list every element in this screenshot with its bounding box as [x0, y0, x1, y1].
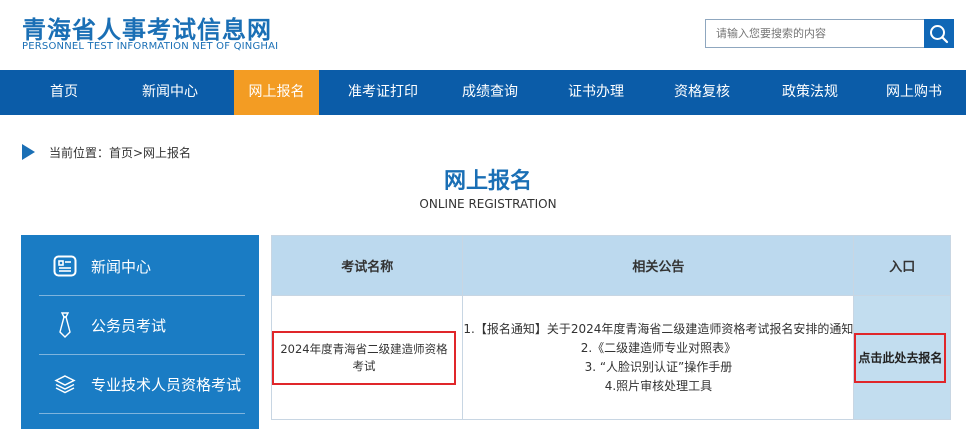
nav-item-news[interactable]: 新闻中心 — [130, 70, 210, 115]
notices-cell: 1.【报名通知】关于2024年度青海省二级建造师资格考试报名安排的通知 2.《二… — [462, 295, 855, 420]
nav-item-policy[interactable]: 政策法规 — [770, 70, 850, 115]
notice-link[interactable]: 4.照片审核处理工具 — [463, 377, 853, 396]
sidebar: 新闻中心 公务员考试 专业技术人员资格考试 — [21, 235, 259, 429]
news-icon — [45, 255, 85, 277]
entry-cell: 点击此处去报名 — [853, 295, 951, 420]
nav-item-score-query[interactable]: 成绩查询 — [450, 70, 530, 115]
sidebar-item-professional-qualification[interactable]: 专业技术人员资格考试 — [39, 355, 245, 414]
nav-item-home[interactable]: 首页 — [28, 70, 100, 115]
site-title[interactable]: 青海省人事考试信息网 — [22, 10, 272, 45]
page-subtitle: ONLINE REGISTRATION — [419, 197, 557, 211]
table-header-row: 考试名称 相关公告 入口 — [270, 235, 951, 296]
tie-icon — [45, 312, 85, 338]
site-subtitle: PERSONNEL TEST INFORMATION NET OF QINGHA… — [22, 41, 279, 52]
main-nav: 首页 新闻中心 网上报名 准考证打印 成绩查询 证书办理 资格复核 政策法规 网… — [0, 70, 966, 115]
triangle-right-icon — [22, 144, 35, 160]
sidebar-item-label: 公务员考试 — [91, 316, 167, 335]
sidebar-item-label: 新闻中心 — [91, 257, 152, 276]
sidebar-item-news[interactable]: 新闻中心 — [39, 237, 245, 296]
search-input[interactable] — [705, 19, 924, 48]
sidebar-item-civil-servant[interactable]: 公务员考试 — [39, 296, 245, 355]
nav-item-qualification-review[interactable]: 资格复核 — [662, 70, 742, 115]
layers-icon — [45, 374, 85, 394]
nav-item-buy-books[interactable]: 网上购书 — [874, 70, 954, 115]
exam-name-highlight: 2024年度青海省二级建造师资格考试 — [272, 330, 456, 385]
column-header-entry: 入口 — [853, 235, 951, 296]
nav-item-certificate[interactable]: 证书办理 — [556, 70, 636, 115]
nav-item-online-registration[interactable]: 网上报名 — [234, 70, 319, 115]
breadcrumb: 当前位置：首页>网上报名 — [22, 143, 191, 161]
page-title: 网上报名 — [443, 169, 532, 194]
breadcrumb-text[interactable]: 当前位置：首页>网上报名 — [49, 144, 191, 161]
sidebar-item-label: 专业技术人员资格考试 — [91, 375, 242, 394]
registration-table: 考试名称 相关公告 入口 2024年度青海省二级建造师资格考试 1.【报名通知】… — [270, 235, 951, 420]
column-header-notices: 相关公告 — [462, 235, 855, 296]
notice-link[interactable]: 1.【报名通知】关于2024年度青海省二级建造师资格考试报名安排的通知 — [463, 320, 853, 339]
column-header-exam-name: 考试名称 — [270, 235, 464, 296]
exam-name-cell: 2024年度青海省二级建造师资格考试 — [270, 295, 464, 420]
search-button[interactable] — [924, 19, 954, 48]
table-row: 2024年度青海省二级建造师资格考试 1.【报名通知】关于2024年度青海省二级… — [270, 295, 951, 420]
search-icon — [930, 24, 949, 43]
notice-link[interactable]: 3. “人脸识别认证”操作手册 — [463, 358, 853, 377]
register-link[interactable]: 点击此处去报名 — [854, 332, 947, 383]
nav-item-admission-ticket[interactable]: 准考证打印 — [338, 70, 428, 115]
notice-link[interactable]: 2.《二级建造师专业对照表》 — [463, 339, 853, 358]
site-header: 青海省人事考试信息网 PERSONNEL TEST INFORMATION NE… — [0, 0, 966, 70]
